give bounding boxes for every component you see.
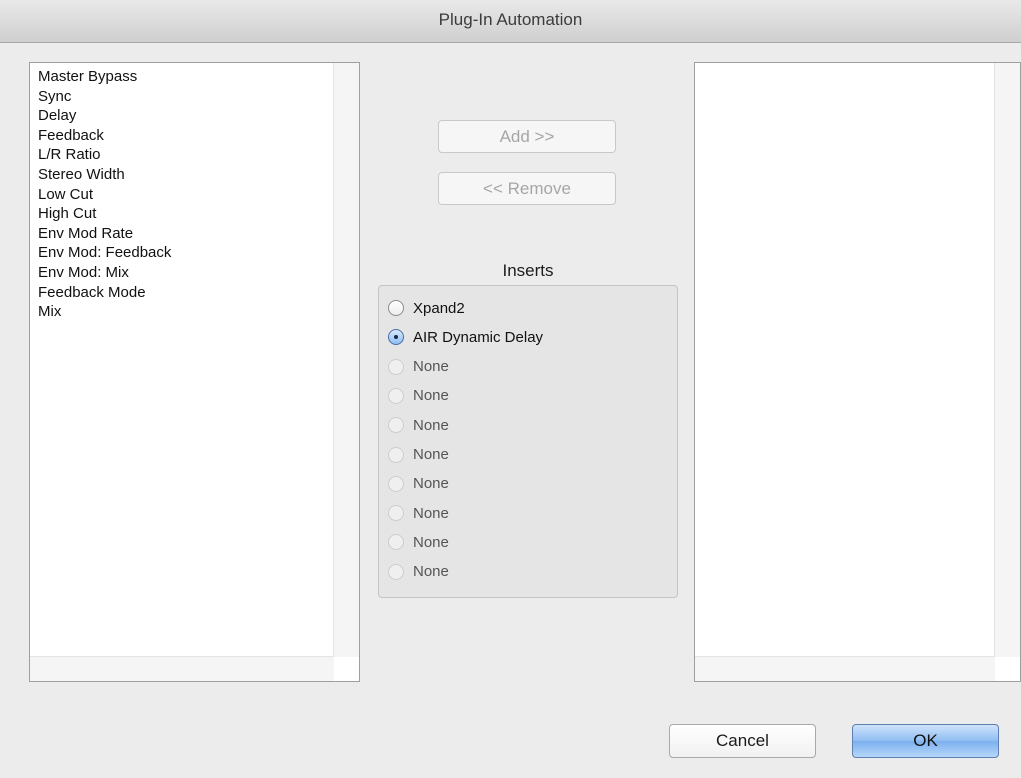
insert-option-row: None bbox=[388, 473, 449, 495]
insert-option-row: None bbox=[388, 444, 449, 466]
radio-icon[interactable] bbox=[388, 300, 404, 316]
window-title: Plug-In Automation bbox=[438, 10, 583, 29]
parameter-item[interactable]: Env Mod Rate bbox=[38, 224, 334, 244]
insert-option-row: None bbox=[388, 414, 449, 436]
parameter-item[interactable]: Master Bypass bbox=[38, 67, 334, 87]
radio-icon bbox=[388, 475, 404, 492]
parameter-item[interactable]: Delay bbox=[38, 106, 334, 126]
automated-vertical-scrollbar[interactable] bbox=[994, 63, 1020, 657]
inserts-group: Xpand2 AIR Dynamic Delay None None None None N… bbox=[378, 285, 678, 598]
insert-option-label: None bbox=[413, 446, 449, 463]
parameter-item[interactable]: Env Mod: Feedback bbox=[38, 243, 334, 263]
insert-option-row: None bbox=[388, 385, 449, 407]
radio-icon bbox=[388, 417, 404, 434]
parameter-item[interactable]: L/R Ratio bbox=[38, 145, 334, 165]
radio-icon bbox=[388, 358, 404, 375]
cancel-button[interactable]: Cancel bbox=[669, 724, 816, 758]
parameter-item[interactable]: High Cut bbox=[38, 204, 334, 224]
insert-option-label: None bbox=[413, 533, 449, 551]
radio-icon bbox=[388, 446, 404, 463]
radio-icon bbox=[388, 563, 404, 580]
insert-option-label: None bbox=[413, 387, 449, 405]
radio-icon bbox=[388, 387, 404, 404]
ok-button[interactable]: OK bbox=[852, 724, 999, 758]
plugin-automation-dialog: Plug-In Automation Master Bypass Sync Dela… bbox=[0, 0, 1021, 778]
parameters-vertical-scrollbar[interactable] bbox=[333, 63, 359, 657]
automated-horizontal-scrollbar[interactable] bbox=[695, 656, 995, 681]
available-parameters-list[interactable]: Master Bypass Sync Delay Feedback L/R Ratio S… bbox=[29, 62, 360, 682]
radio-icon bbox=[388, 505, 404, 522]
inserts-heading: Inserts bbox=[502, 261, 554, 280]
parameter-item[interactable]: Sync bbox=[38, 87, 334, 107]
automated-parameters-list[interactable] bbox=[694, 62, 1021, 682]
automated-list-content bbox=[695, 63, 995, 657]
insert-option-label: AIR Dynamic Delay bbox=[413, 328, 544, 346]
parameter-item[interactable]: Env Mod: Mix bbox=[38, 263, 334, 283]
insert-option-label: None bbox=[413, 563, 449, 581]
insert-option-row: None bbox=[388, 531, 449, 553]
parameter-item[interactable]: Feedback bbox=[38, 126, 334, 146]
parameter-item[interactable]: Mix bbox=[38, 302, 334, 322]
remove-button[interactable]: << Remove bbox=[438, 172, 616, 205]
radio-selected-icon[interactable] bbox=[388, 329, 404, 346]
radio-icon bbox=[388, 534, 404, 551]
insert-option-label: None bbox=[413, 504, 449, 522]
insert-option-label: None bbox=[413, 416, 449, 434]
parameter-item[interactable]: Feedback Mode bbox=[38, 283, 334, 303]
insert-option-row[interactable]: AIR Dynamic Delay bbox=[388, 326, 543, 348]
parameter-item[interactable]: Stereo Width bbox=[38, 165, 334, 185]
insert-option-row: None bbox=[388, 356, 449, 378]
insert-option-row[interactable]: Xpand2 bbox=[388, 297, 465, 319]
parameters-horizontal-scrollbar[interactable] bbox=[30, 656, 334, 681]
title-bar[interactable]: Plug-In Automation bbox=[0, 0, 1021, 43]
parameter-item[interactable]: Low Cut bbox=[38, 185, 334, 205]
insert-option-row: None bbox=[388, 561, 449, 583]
add-button[interactable]: Add >> bbox=[438, 120, 616, 153]
insert-option-row: None bbox=[388, 502, 449, 524]
insert-option-label: None bbox=[413, 358, 449, 376]
insert-option-label: None bbox=[413, 475, 449, 493]
insert-option-label: Xpand2 bbox=[413, 299, 465, 317]
parameters-list-content: Master Bypass Sync Delay Feedback L/R Ratio S… bbox=[30, 63, 334, 657]
